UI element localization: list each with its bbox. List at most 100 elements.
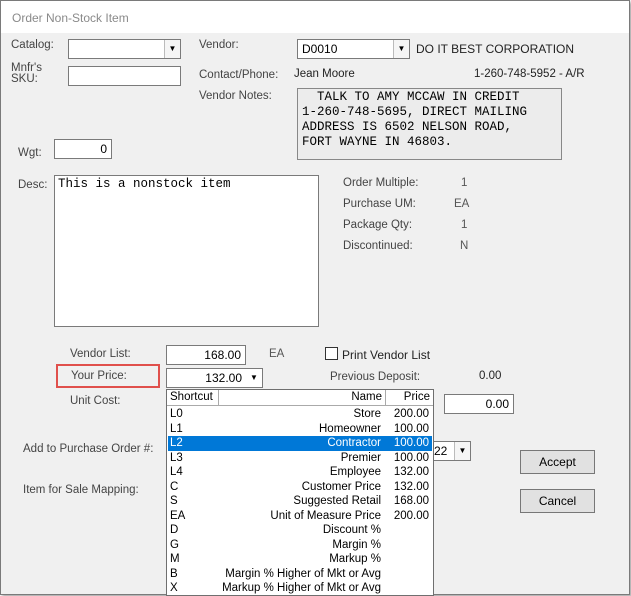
discontinued-value: N	[460, 240, 469, 252]
option-price: 168.00	[393, 495, 429, 507]
option-shortcut: L1	[170, 422, 183, 435]
chevron-down-icon[interactable]: ▼	[454, 442, 470, 460]
option-shortcut: G	[170, 538, 179, 551]
discontinued-label: Discontinued:	[343, 240, 413, 252]
vendor-list-label: Vendor List:	[70, 348, 131, 360]
purchase-order-value: 22	[434, 444, 448, 458]
wgt-input[interactable]: 0	[54, 139, 112, 159]
window-title: Order Non-Stock Item	[12, 11, 129, 25]
mfr-sku-input[interactable]	[68, 66, 181, 86]
vendor-label: Vendor:	[199, 39, 239, 51]
option-name: Markup %	[329, 553, 381, 565]
form-body: Catalog: ▼ Mnfr's SKU: Vendor: D0010 ▼ D…	[1, 33, 627, 596]
print-vendor-list-label[interactable]: Print Vendor List	[342, 348, 430, 362]
price-level-option[interactable]: C Customer Price 132.00	[168, 480, 432, 495]
your-price-label: Your Price:	[71, 370, 127, 382]
header-price[interactable]: Price	[386, 390, 433, 406]
vendor-name: DO IT BEST CORPORATION	[416, 42, 575, 56]
package-qty-value: 1	[461, 219, 468, 231]
accept-button[interactable]: Accept	[520, 450, 595, 474]
sale-mapping-label: Item for Sale Mapping:	[23, 484, 139, 496]
purchase-um-label: Purchase UM:	[343, 198, 416, 210]
contact-name: Jean Moore	[294, 68, 355, 80]
option-shortcut: L0	[170, 408, 183, 420]
option-shortcut: S	[170, 495, 178, 507]
header-shortcut[interactable]: Shortcut	[167, 390, 219, 406]
catalog-select[interactable]: ▼	[68, 39, 181, 59]
unit-cost-input[interactable]: 0.00	[444, 394, 514, 414]
option-price: 200.00	[393, 509, 429, 522]
price-level-dropdown[interactable]: Shortcut Name Price L0 Store 200.00 L1 Homeo…	[166, 389, 434, 596]
option-name: Employee	[329, 466, 381, 478]
price-level-option[interactable]: B Margin % Higher of Mkt or Avg	[168, 567, 432, 582]
price-level-option[interactable]: L0 Store 200.00	[168, 407, 432, 422]
order-multiple-value: 1	[461, 177, 468, 189]
add-po-label: Add to Purchase Order #:	[23, 443, 154, 455]
option-name: Discount %	[322, 524, 381, 536]
title-bar: Order Non-Stock Item	[1, 1, 629, 33]
desc-label: Desc:	[18, 179, 48, 191]
unit-cost-label: Unit Cost:	[70, 395, 121, 407]
price-level-option[interactable]: L3 Premier 100.00	[168, 451, 432, 466]
option-shortcut: X	[170, 582, 178, 594]
option-shortcut: L3	[170, 451, 183, 464]
header-name[interactable]: Name	[219, 390, 386, 406]
price-level-option[interactable]: X Markup % Higher of Mkt or Avg	[168, 581, 432, 596]
chevron-down-icon[interactable]: ▼	[164, 40, 180, 58]
option-price: 100.00	[393, 422, 429, 435]
contact-label: Contact/Phone:	[199, 69, 279, 81]
package-qty-label: Package Qty:	[343, 219, 413, 231]
price-level-option[interactable]: L4 Employee 132.00	[168, 465, 432, 480]
option-name: Suggested Retail	[293, 495, 381, 507]
catalog-label: Catalog:	[11, 39, 54, 51]
mfr-sku-label: Mnfr's SKU:	[11, 62, 42, 85]
chevron-down-icon[interactable]: ▼	[246, 369, 262, 387]
price-level-option[interactable]: D Discount %	[168, 523, 432, 538]
mfr-sku-label-line2: SKU:	[11, 73, 38, 85]
contact-phone: 1-260-748-5952 - A/R	[474, 68, 585, 80]
vendor-notes-label: Vendor Notes:	[199, 90, 272, 102]
option-price: 132.00	[393, 466, 429, 478]
purchase-um-value: EA	[454, 198, 470, 210]
desc-textarea[interactable]: This is a nonstock item	[54, 175, 319, 327]
your-price-combo[interactable]: 132.00 ▼	[166, 368, 263, 388]
your-price-value: 132.00	[205, 371, 242, 385]
price-level-option[interactable]: EA Unit of Measure Price 200.00	[168, 509, 432, 524]
previous-deposit-label: Previous Deposit:	[330, 371, 421, 383]
option-name: Homeowner	[319, 422, 381, 435]
option-price: 100.00	[393, 451, 429, 464]
vendor-notes-text: TALK TO AMY MCCAW IN CREDIT 1-260-748-56…	[297, 88, 562, 160]
vendor-list-input[interactable]: 168.00	[166, 345, 246, 365]
print-vendor-list-checkbox[interactable]	[325, 347, 338, 360]
price-level-option[interactable]: L2 Contractor 100.00	[168, 436, 432, 451]
option-shortcut: B	[170, 567, 178, 580]
vendor-code: D0010	[302, 42, 338, 56]
price-level-option[interactable]: S Suggested Retail 168.00	[168, 494, 432, 509]
option-name: Customer Price	[301, 480, 381, 493]
vendor-select[interactable]: D0010 ▼	[297, 39, 410, 59]
option-shortcut: L4	[170, 466, 183, 478]
vendor-list-unit: EA	[269, 348, 285, 360]
option-shortcut: L2	[170, 437, 183, 449]
option-name: Margin % Higher of Mkt or Avg	[225, 567, 381, 580]
wgt-label: Wgt:	[18, 147, 42, 159]
option-name: Store	[353, 408, 382, 420]
option-name: Premier	[340, 451, 381, 464]
order-multiple-label: Order Multiple:	[343, 177, 419, 189]
price-level-option[interactable]: L1 Homeowner 100.00	[168, 422, 432, 437]
option-name: Contractor	[327, 437, 381, 449]
option-price: 100.00	[393, 437, 429, 449]
order-non-stock-item-window: Order Non-Stock Item Catalog: ▼ Mnfr's S…	[0, 0, 630, 596]
option-name: Markup % Higher of Mkt or Avg	[222, 582, 381, 594]
cancel-button[interactable]: Cancel	[520, 489, 595, 513]
price-level-option[interactable]: G Margin %	[168, 538, 432, 553]
option-price: 200.00	[393, 408, 429, 420]
option-name: Unit of Measure Price	[270, 509, 381, 522]
option-shortcut: EA	[170, 509, 186, 522]
option-shortcut: M	[170, 553, 180, 565]
chevron-down-icon[interactable]: ▼	[393, 40, 409, 58]
option-name: Margin %	[332, 538, 381, 551]
option-shortcut: C	[170, 480, 179, 493]
price-level-option[interactable]: M Markup %	[168, 552, 432, 567]
option-shortcut: D	[170, 524, 179, 536]
